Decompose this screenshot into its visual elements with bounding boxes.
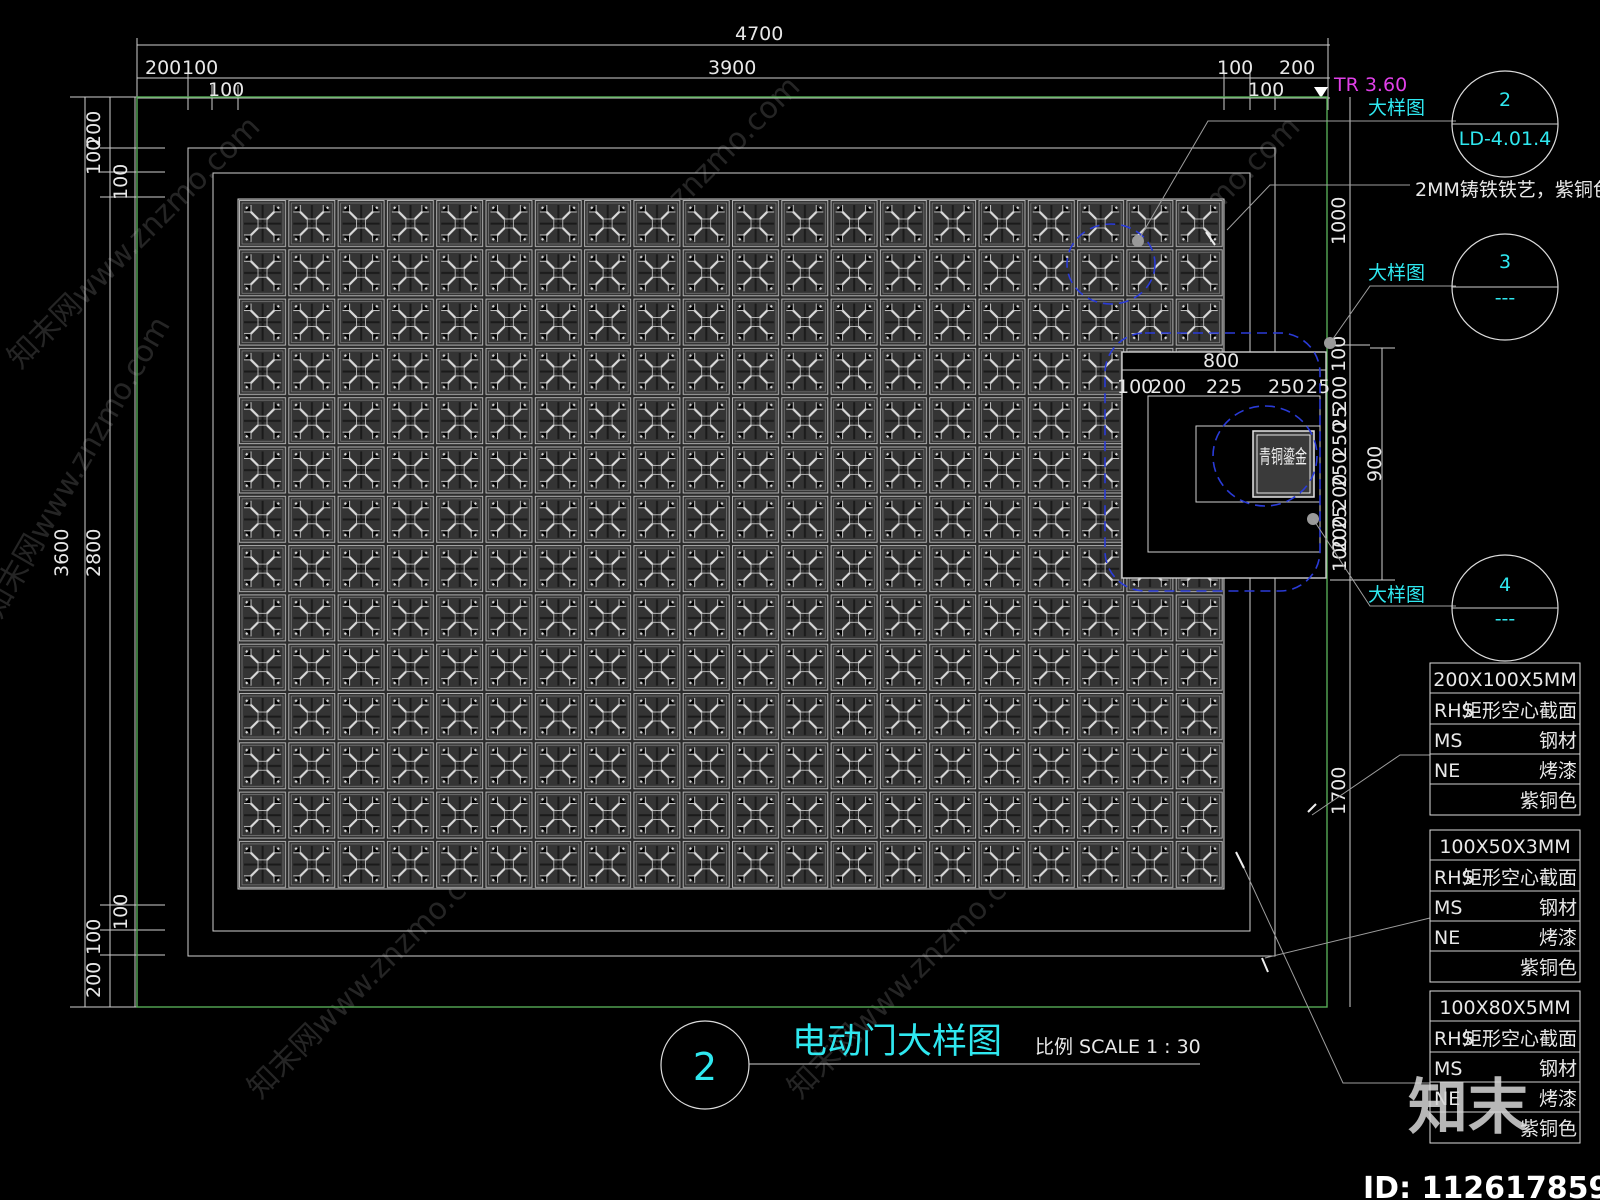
callout-ref: --- [1495,287,1516,309]
callout-number: 3 [1499,251,1511,273]
elevation-tag: TR 3.60 [1333,74,1407,96]
callout-label: 大样图 [1368,97,1425,119]
table-desc: 矩形空心截面 [1463,867,1577,889]
dim-label: 200 [1150,376,1186,398]
dim-left-inner: 2800 [83,529,105,577]
image-id: ID: 1126178592 [1363,1171,1600,1200]
callout-number: 2 [1499,89,1511,111]
table-desc: 钢材 [1539,897,1577,919]
logo-text: 知末 [1408,1073,1528,1143]
dim-left-overall: 3600 [51,529,73,577]
table-code: MS [1434,730,1462,752]
cad-drawing: 知末网www.znzmo.com 知末网www.znzmo.com 知末网www… [0,23,1600,1200]
dim-label: 200 [1329,474,1351,510]
table-desc: 钢材 [1539,1058,1577,1080]
dim-label: 200 [83,962,105,998]
dim-label: 100 [83,919,105,955]
table-desc: 烤漆 [1539,1088,1577,1110]
inset-total-height: 900 [1364,446,1386,482]
table-desc: 矩形空心截面 [1463,1028,1577,1050]
dim-label: 200 [145,57,181,79]
callout-3: 大样图 3 --- [1368,233,1559,341]
dim-label: 100 [1329,536,1351,572]
grille-panel [237,198,1225,890]
table-desc: 钢材 [1539,730,1577,752]
callout-label: 大样图 [1368,584,1425,606]
callout-number: 4 [1499,574,1511,596]
table-desc: 紫铜色 [1520,957,1577,979]
detail-inset: 800 100 200 225 250 25 青铜鎏金 900 200 25 2… [1117,347,1395,581]
dim-label: 100 [110,894,132,930]
dim-overall-width: 4700 [735,23,783,45]
callout-4: 大样图 4 --- [1368,554,1559,662]
title-scale: 比例 SCALE 1 : 30 [1035,1036,1201,1058]
callout-ref: LD-4.01.4 [1459,128,1552,150]
callout-ref: --- [1495,608,1516,630]
table-desc: 烤漆 [1539,927,1577,949]
table-code: NE [1434,927,1460,949]
table-desc: 紫铜色 [1520,790,1577,812]
table-size: 100X50X3MM [1439,836,1570,858]
material-table: 200X100X5MM RHS 矩形空心截面 MS 钢材 NE 烤漆 紫铜色 [1429,662,1581,816]
dim-inner-width: 3900 [708,57,756,79]
inset-width: 800 [1203,350,1239,372]
dim-label: 225 [1206,376,1242,398]
material-table: 100X50X3MM RHS 矩形空心截面 MS 钢材 NE 烤漆 紫铜色 [1429,829,1581,983]
title-name: 电动门大样图 [792,1022,1002,1062]
table-size: 200X100X5MM [1433,669,1576,691]
dim-label: 25 [1306,376,1330,398]
table-size: 100X80X5MM [1439,997,1570,1019]
dim-label: 100 [182,57,218,79]
note-top: 2MM铸铁铁艺，紫铜色 [1415,179,1600,201]
callout-label: 大样图 [1368,262,1425,284]
dim-right-1000: 1000 [1328,197,1350,245]
table-code: MS [1434,897,1462,919]
title-number: 2 [693,1045,717,1089]
table-desc: 紫铜色 [1520,1118,1577,1140]
table-desc: 烤漆 [1539,760,1577,782]
dim-label: 200 [1279,57,1315,79]
dim-label: 100 [1117,376,1153,398]
seal-text: 青铜鎏金 [1259,446,1307,468]
table-desc: 矩形空心截面 [1463,700,1577,722]
dim-label: 100 [1217,57,1253,79]
table-code: NE [1434,760,1460,782]
dim-label: 250 [1268,376,1304,398]
drawing-title: 2 电动门大样图 比例 SCALE 1 : 30 [660,1020,1201,1110]
dim-label: 100 [110,164,132,200]
dim-label: 100 [83,139,105,175]
